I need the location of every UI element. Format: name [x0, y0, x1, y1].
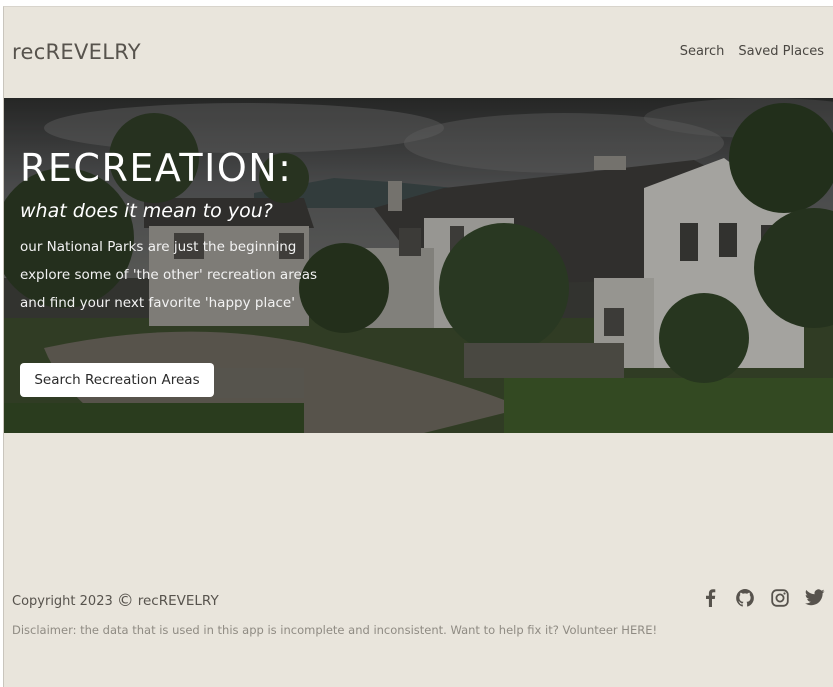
github-icon[interactable]: [734, 587, 755, 608]
copyright-icon: ©: [116, 591, 134, 611]
hero-text: RECREATION: what does it mean to you? ou…: [20, 146, 440, 317]
hero-line: our National Parks are just the beginnin…: [20, 238, 297, 255]
disclaimer-text: Disclaimer: the data that is used in thi…: [12, 623, 658, 637]
nav-links: Search Saved Places: [680, 44, 824, 59]
search-recreation-areas-button[interactable]: Search Recreation Areas: [20, 363, 214, 397]
hero-title: RECREATION:: [20, 146, 293, 190]
hero-subtitle: what does it mean to you?: [20, 199, 273, 222]
footer-brand: recREVELRY: [137, 593, 219, 609]
nav-search-link[interactable]: Search: [680, 44, 725, 59]
copyright-text: Copyright 2023: [12, 593, 113, 609]
hero-banner: RECREATION: what does it mean to you? ou…: [4, 98, 833, 433]
navbar: recREVELRY Search Saved Places: [4, 7, 833, 98]
nav-saved-places-link[interactable]: Saved Places: [738, 44, 824, 59]
hero-line: explore some of 'the other' recreation a…: [20, 266, 318, 283]
instagram-icon[interactable]: [769, 587, 790, 608]
page: recREVELRY Search Saved Places RECREATIO…: [3, 6, 833, 687]
brand-logo[interactable]: recREVELRY: [12, 40, 141, 64]
hero-line: and find your next favorite 'happy place…: [20, 294, 295, 311]
copyright: Copyright 2023 © recREVELRY: [12, 591, 219, 611]
hero-description: our National Parks are just the beginnin…: [20, 233, 440, 317]
facebook-icon[interactable]: [699, 587, 720, 608]
social-links: [699, 587, 825, 608]
twitter-icon[interactable]: [804, 587, 825, 608]
